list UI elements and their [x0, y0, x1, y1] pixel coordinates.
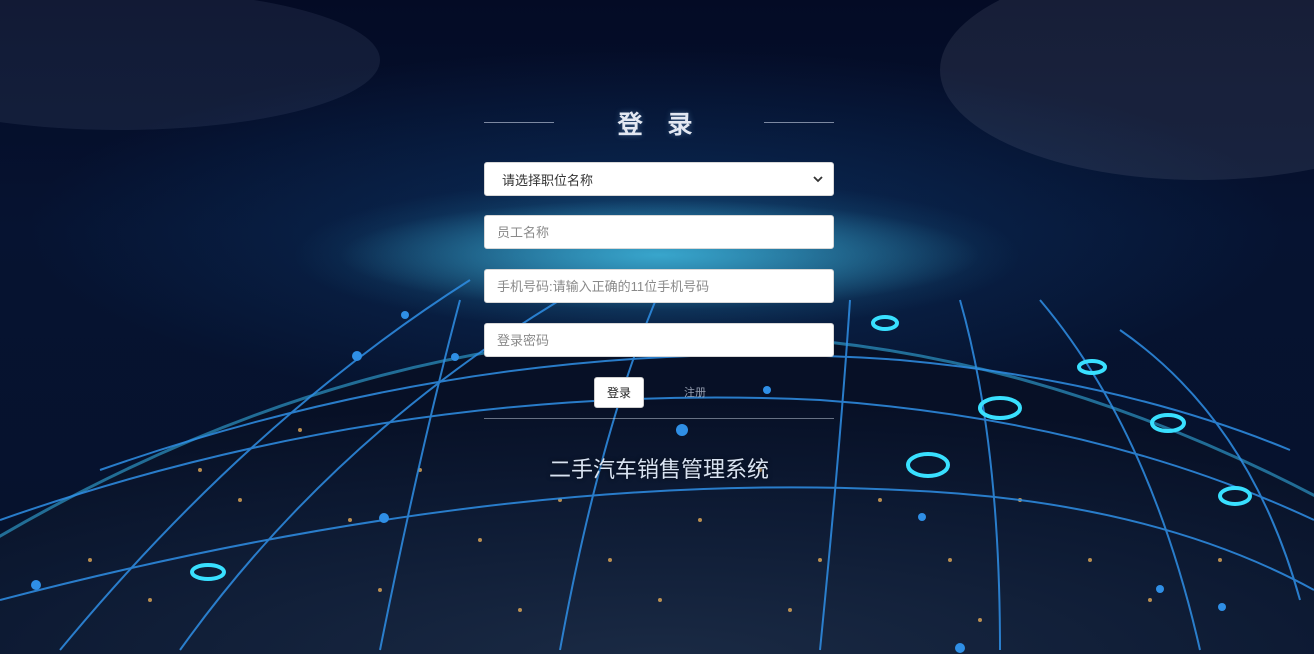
- phone-field[interactable]: [484, 269, 834, 303]
- chevron-down-icon: [813, 176, 823, 183]
- password-input[interactable]: [497, 332, 827, 348]
- position-select[interactable]: 请选择职位名称: [484, 162, 834, 196]
- phone-input[interactable]: [497, 278, 827, 294]
- title-divider-left: [484, 122, 554, 123]
- login-panel: 登 录 请选择职位名称 登录 注册 二手汽车销售管理系统: [484, 100, 834, 483]
- register-link[interactable]: 注册: [684, 384, 706, 400]
- employee-name-input[interactable]: [497, 224, 827, 240]
- login-button[interactable]: 登录: [594, 377, 644, 408]
- employee-name-field[interactable]: [484, 215, 834, 249]
- login-title: 登 录: [617, 110, 701, 139]
- panel-divider: [484, 418, 834, 419]
- title-divider-right: [764, 122, 834, 123]
- position-select-value: 请选择职位名称: [502, 172, 594, 188]
- login-title-row: 登 录: [484, 100, 834, 146]
- system-name: 二手汽车销售管理系统: [548, 458, 769, 483]
- password-field[interactable]: [484, 323, 834, 357]
